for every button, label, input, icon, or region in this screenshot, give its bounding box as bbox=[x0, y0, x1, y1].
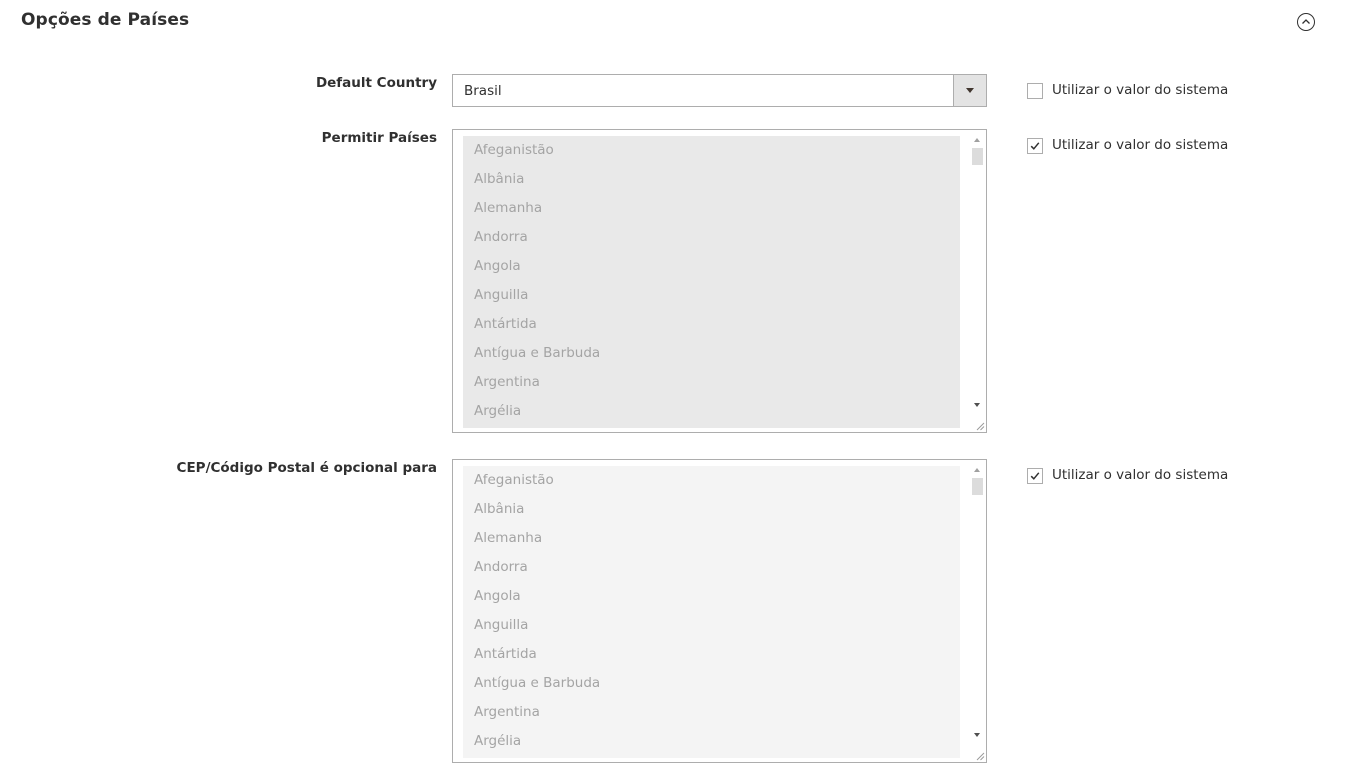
zip-optional-label: CEP/Código Postal é opcional para bbox=[176, 460, 437, 476]
scroll-down-arrow-icon[interactable] bbox=[974, 733, 980, 737]
country-option[interactable]: Argélia bbox=[463, 397, 960, 426]
section-title[interactable]: Opções de Países bbox=[21, 10, 189, 30]
country-option[interactable]: Andorra bbox=[463, 223, 960, 252]
allow-countries-multiselect[interactable]: Afeganistão Albânia Alemanha Andorra Angola A… bbox=[452, 129, 987, 433]
chevron-up-icon bbox=[1302, 19, 1310, 24]
allow-countries-scrollbar[interactable] bbox=[970, 131, 985, 431]
scrollbar-thumb[interactable] bbox=[972, 148, 983, 165]
allow-countries-use-system-label[interactable]: Utilizar o valor do sistema bbox=[1052, 137, 1228, 153]
zip-optional-scrollbar[interactable] bbox=[970, 461, 985, 761]
default-country-value: Brasil bbox=[464, 83, 502, 99]
country-option[interactable]: Angola bbox=[463, 582, 960, 611]
zip-optional-use-system-label[interactable]: Utilizar o valor do sistema bbox=[1052, 467, 1228, 483]
default-country-select[interactable]: Brasil bbox=[452, 74, 987, 107]
country-option[interactable]: Antártida bbox=[463, 640, 960, 669]
country-option[interactable]: Alemanha bbox=[463, 194, 960, 223]
default-country-use-system-checkbox[interactable] bbox=[1027, 83, 1043, 99]
dropdown-arrow-icon[interactable] bbox=[953, 75, 986, 106]
collapse-section-button[interactable] bbox=[1297, 13, 1315, 31]
allow-countries-label: Permitir Países bbox=[321, 130, 437, 146]
scrollbar-thumb[interactable] bbox=[972, 478, 983, 495]
country-option[interactable]: Antígua e Barbuda bbox=[463, 669, 960, 698]
zip-optional-option-list: Afeganistão Albânia Alemanha Andorra Angola A… bbox=[463, 466, 960, 758]
default-country-use-system-label[interactable]: Utilizar o valor do sistema bbox=[1052, 82, 1228, 98]
checkmark-icon bbox=[1030, 142, 1040, 150]
country-option[interactable]: Argentina bbox=[463, 368, 960, 397]
country-option[interactable]: Alemanha bbox=[463, 524, 960, 553]
country-option[interactable]: Albânia bbox=[463, 165, 960, 194]
scroll-up-arrow-icon[interactable] bbox=[974, 138, 980, 142]
country-option[interactable]: Anguilla bbox=[463, 611, 960, 640]
country-option[interactable]: Afeganistão bbox=[463, 136, 960, 165]
country-option[interactable]: Anguilla bbox=[463, 281, 960, 310]
country-option[interactable]: Andorra bbox=[463, 553, 960, 582]
country-option[interactable]: Afeganistão bbox=[463, 466, 960, 495]
country-options-section: Opções de Países Default Country Brasil … bbox=[0, 0, 1350, 772]
country-option[interactable]: Argentina bbox=[463, 698, 960, 727]
allow-countries-use-system-checkbox[interactable] bbox=[1027, 138, 1043, 154]
country-option[interactable]: Angola bbox=[463, 252, 960, 281]
zip-optional-use-system-checkbox[interactable] bbox=[1027, 468, 1043, 484]
country-option[interactable]: Antígua e Barbuda bbox=[463, 339, 960, 368]
resize-grip-icon[interactable] bbox=[975, 751, 985, 761]
zip-optional-multiselect[interactable]: Afeganistão Albânia Alemanha Andorra Angola A… bbox=[452, 459, 987, 763]
country-option[interactable]: Argélia bbox=[463, 727, 960, 756]
scroll-up-arrow-icon[interactable] bbox=[974, 468, 980, 472]
default-country-label: Default Country bbox=[315, 75, 437, 91]
resize-grip-icon[interactable] bbox=[975, 421, 985, 431]
checkmark-icon bbox=[1030, 472, 1040, 480]
country-option[interactable]: Antártida bbox=[463, 310, 960, 339]
scroll-down-arrow-icon[interactable] bbox=[974, 403, 980, 407]
allow-countries-option-list: Afeganistão Albânia Alemanha Andorra Angola A… bbox=[463, 136, 960, 428]
country-option[interactable]: Albânia bbox=[463, 495, 960, 524]
